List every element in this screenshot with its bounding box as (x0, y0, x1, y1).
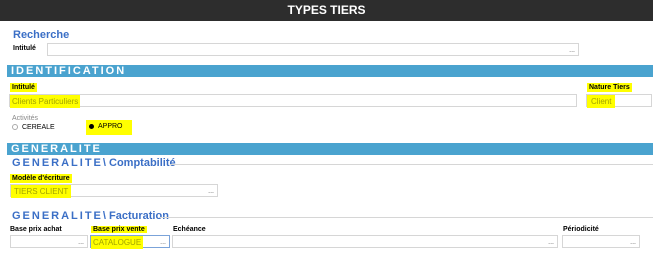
nature-tiers-field[interactable]: Client (586, 94, 652, 108)
radio-checked-icon (89, 123, 94, 129)
base-prix-vente-label: Base prix vente (91, 226, 147, 233)
base-prix-vente-lookup-button[interactable]: ... (160, 239, 166, 246)
window-title: TYPES TIERS (0, 0, 653, 21)
echeance-field[interactable]: ... (172, 235, 558, 248)
nature-tiers-value: Client (587, 95, 616, 108)
modele-ecriture-field[interactable]: TIERS CLIENT ... (10, 184, 218, 198)
radio-unchecked-icon (12, 124, 18, 131)
identification-intitule-value: Clients Particuliers (10, 95, 81, 108)
facturation-heading-suffix: \ Facturation (102, 210, 169, 222)
facturation-heading-prefix: GENERALITE (12, 210, 103, 222)
activite-label-appro: APPRO (98, 123, 123, 130)
generalite-bar: GENERALITE (7, 143, 653, 155)
comptabilite-heading-suffix: \ Comptabilité (102, 157, 176, 169)
activite-label-cereale: CEREALE (22, 124, 55, 131)
activite-option-cereale[interactable]: CEREALE (12, 124, 55, 131)
identification-intitule-label: Intitulé (10, 83, 37, 92)
echeance-lookup-button[interactable]: ... (548, 239, 554, 246)
comptabilite-divider (170, 164, 653, 165)
base-prix-achat-label: Base prix achat (10, 226, 62, 233)
base-prix-vente-field[interactable]: CATALOGUE ... (90, 235, 170, 249)
base-prix-achat-field[interactable]: ... (10, 235, 88, 248)
facturation-divider (160, 217, 653, 218)
recherche-heading: Recherche (13, 29, 70, 41)
activites-label: Activités (12, 115, 39, 122)
periodicite-lookup-button[interactable]: ... (630, 239, 636, 246)
identification-bar: IDENTIFICATION (7, 65, 653, 77)
identification-intitule-field[interactable]: Clients Particuliers (9, 94, 577, 108)
echeance-label: Echéance (173, 226, 206, 233)
base-prix-achat-lookup-button[interactable]: ... (78, 239, 84, 246)
comptabilite-heading: GENERALITE\ Comptabilité (12, 157, 176, 169)
nature-tiers-label: Nature Tiers (587, 83, 632, 92)
activite-option-appro[interactable]: APPRO (86, 120, 132, 135)
modele-ecriture-label: Modèle d'écriture (10, 174, 72, 183)
facturation-heading: GENERALITE\ Facturation (12, 210, 169, 222)
comptabilite-heading-prefix: GENERALITE (12, 157, 103, 169)
recherche-intitule-field[interactable]: ... (47, 43, 579, 56)
recherche-lookup-button[interactable]: ... (569, 47, 575, 54)
modele-ecriture-lookup-button[interactable]: ... (208, 188, 214, 195)
modele-ecriture-value: TIERS CLIENT (11, 185, 72, 198)
periodicite-field[interactable]: ... (562, 235, 640, 248)
base-prix-vente-value: CATALOGUE (91, 236, 144, 249)
periodicite-label: Périodicité (563, 226, 599, 233)
recherche-intitule-label: Intitulé (13, 45, 36, 52)
